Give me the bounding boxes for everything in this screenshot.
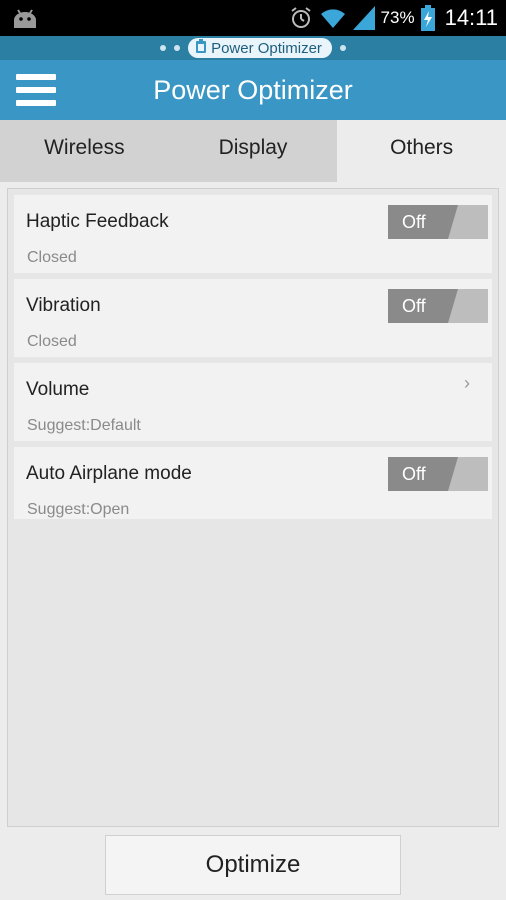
battery-charging-icon — [420, 5, 435, 31]
page-title: Power Optimizer — [153, 75, 353, 105]
tab-wireless[interactable]: Wireless — [0, 120, 169, 182]
optimize-button[interactable]: Optimize — [105, 835, 401, 895]
setting-title: Volume — [26, 379, 90, 400]
app-bar: Power Optimizer — [0, 60, 506, 120]
page-dot — [160, 45, 167, 51]
status-bar: 73% 14:11 — [0, 0, 506, 36]
setting-subtitle: Suggest:Open — [27, 501, 130, 518]
settings-panel: Haptic Feedback Closed Off Vibration Clo… — [7, 188, 499, 827]
current-page-pill: Power Optimizer — [188, 38, 332, 58]
chevron-right-icon[interactable]: › — [464, 373, 470, 394]
signal-icon — [352, 6, 375, 30]
battery-icon — [196, 39, 207, 57]
page-dot — [174, 45, 181, 51]
vibration-toggle[interactable]: Off — [388, 289, 488, 323]
setting-title: Auto Airplane mode — [26, 463, 192, 484]
hamburger-menu-icon[interactable] — [16, 74, 56, 106]
tab-display[interactable]: Display — [169, 120, 338, 182]
setting-title: Vibration — [26, 295, 101, 316]
battery-percent: 73% — [380, 8, 415, 27]
page-indicator-strip: Power Optimizer — [0, 36, 506, 60]
setting-row-auto-airplane-mode[interactable]: Auto Airplane mode Suggest:Open Off — [14, 447, 492, 519]
haptic-feedback-toggle[interactable]: Off — [388, 205, 488, 239]
alarm-icon — [289, 6, 313, 30]
auto-airplane-mode-toggle[interactable]: Off — [388, 457, 488, 491]
setting-title: Haptic Feedback — [26, 211, 169, 232]
page-dot — [339, 45, 346, 51]
toggle-label: Off — [388, 289, 458, 323]
setting-row-volume[interactable]: Volume Suggest:Default › — [14, 363, 492, 441]
toggle-label: Off — [388, 205, 458, 239]
toggle-label: Off — [388, 457, 458, 491]
tab-others[interactable]: Others — [337, 120, 506, 182]
setting-subtitle: Closed — [27, 249, 77, 266]
tab-bar: Wireless Display Others — [0, 120, 506, 182]
android-icon — [12, 6, 38, 30]
setting-row-vibration[interactable]: Vibration Closed Off — [14, 279, 492, 357]
setting-subtitle: Closed — [27, 333, 77, 350]
setting-subtitle: Suggest:Default — [27, 417, 141, 434]
status-time: 14:11 — [444, 5, 498, 30]
setting-row-haptic-feedback[interactable]: Haptic Feedback Closed Off — [14, 195, 492, 273]
wifi-icon — [319, 7, 347, 29]
current-page-label: Power Optimizer — [211, 39, 322, 57]
